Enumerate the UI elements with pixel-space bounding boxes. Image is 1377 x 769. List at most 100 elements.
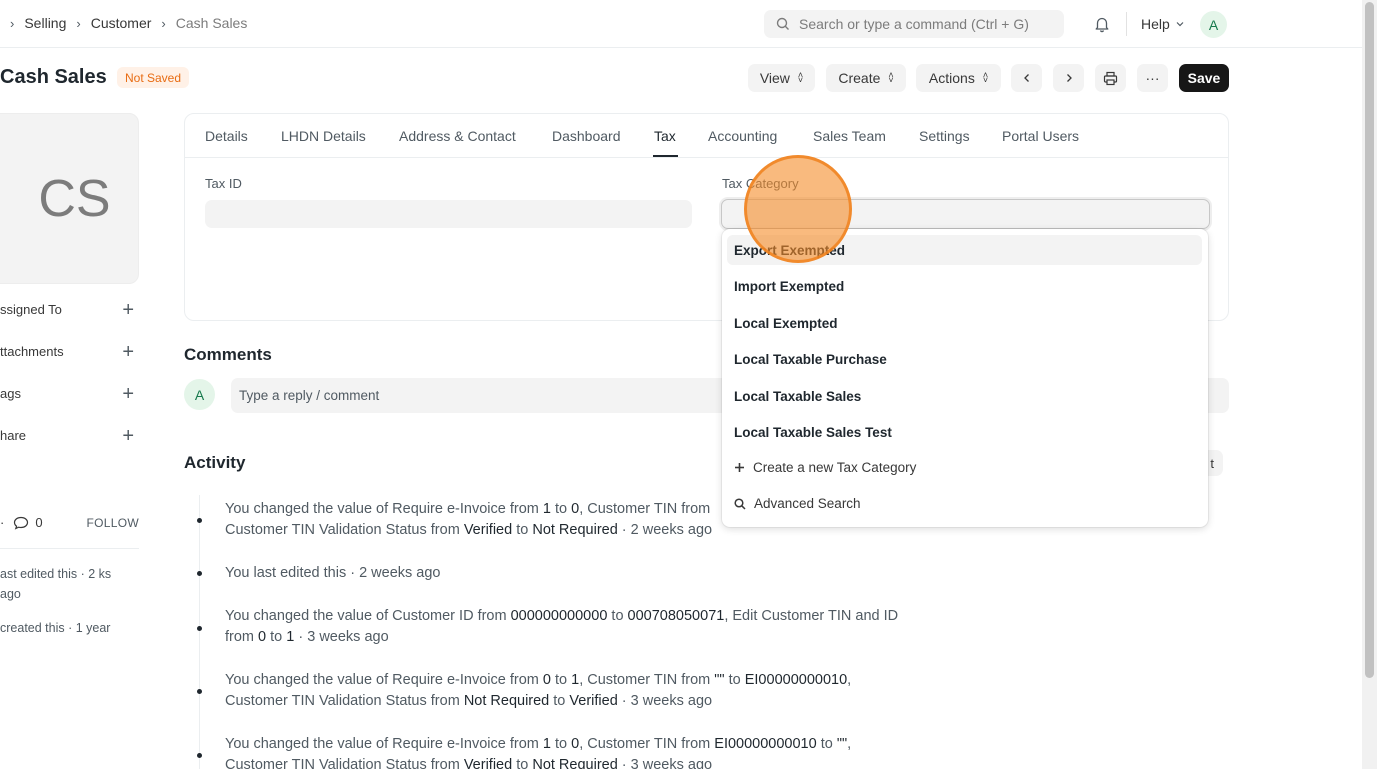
- tab-portal-users[interactable]: Portal Users: [1002, 128, 1079, 144]
- user-avatar[interactable]: A: [1200, 11, 1227, 38]
- sidebar-stats: · 0 FOLLOW: [0, 515, 139, 530]
- sidebar-last-edited: ast edited this · 2 ks ago: [0, 567, 112, 601]
- scrollbar-thumb[interactable]: [1365, 2, 1374, 678]
- navbar: › Selling › Customer › Cash Sales Search…: [0, 0, 1362, 48]
- navbar-divider: [1126, 12, 1127, 36]
- comment-count: 0: [35, 515, 43, 530]
- plus-icon[interactable]: +: [122, 300, 134, 320]
- activity-title: Activity: [184, 453, 246, 472]
- tab-lhdn-details[interactable]: LHDN Details: [281, 128, 366, 144]
- tab-accounting[interactable]: Accounting: [708, 128, 777, 144]
- notification-bell-icon[interactable]: [1093, 15, 1111, 33]
- updown-chevron-icon: ˄ ˅: [982, 70, 989, 85]
- chevron-left-icon: [1023, 74, 1029, 82]
- activity-entry: You changed the value of Require e-Invoi…: [225, 736, 852, 769]
- breadcrumb-chevron-icon: ›: [161, 15, 166, 31]
- printer-icon: [1103, 71, 1118, 85]
- chevron-down-icon: [1176, 22, 1184, 27]
- create-button[interactable]: Create ˄ ˅: [826, 64, 906, 92]
- sidebar-created: created this · 1 year: [0, 621, 111, 635]
- tab-details[interactable]: Details: [205, 128, 248, 144]
- help-dropdown[interactable]: Help: [1141, 16, 1185, 32]
- status-badge: Not Saved: [117, 67, 190, 88]
- timeline-dot: [197, 571, 202, 576]
- activity-timeline: [199, 495, 200, 769]
- actions-label: Actions: [928, 70, 975, 86]
- save-button[interactable]: Save: [1179, 64, 1229, 92]
- breadcrumb-chevron-icon: ›: [10, 15, 15, 31]
- dropdown-option-local-exempted[interactable]: Local Exempted: [727, 308, 1202, 338]
- updown-chevron-icon: ˄ ˅: [888, 70, 894, 85]
- timeline-dot: [197, 626, 202, 631]
- active-tab-indicator: [653, 155, 678, 157]
- timeline-dot: [197, 689, 202, 694]
- comment-icon[interactable]: [13, 516, 29, 530]
- tab-settings[interactable]: Settings: [919, 128, 970, 144]
- breadcrumb: › Selling › Customer › Cash Sales: [10, 15, 247, 31]
- dropdown-option-local-taxable-sales-test[interactable]: Local Taxable Sales Test: [727, 417, 1202, 447]
- comments-title: Comments: [184, 345, 272, 364]
- dropdown-option-import-exempted[interactable]: Import Exempted: [727, 271, 1202, 301]
- comment-placeholder: Type a reply / comment: [239, 388, 380, 403]
- chevron-right-icon: [1066, 74, 1072, 82]
- follow-button[interactable]: FOLLOW: [87, 516, 139, 530]
- activity-entry: You changed the value of Require e-Invoi…: [225, 672, 852, 709]
- timeline-dot: [197, 518, 202, 523]
- advanced-search-label: Advanced Search: [754, 496, 861, 511]
- print-button[interactable]: [1095, 64, 1126, 92]
- sidebar-divider: [0, 548, 139, 549]
- tab-tax[interactable]: Tax: [654, 128, 676, 144]
- updown-chevron-icon: ˄ ˅: [797, 70, 804, 85]
- dropdown-option-local-taxable-purchase[interactable]: Local Taxable Purchase: [727, 344, 1202, 374]
- more-icon: ···: [1145, 70, 1160, 86]
- page-scrollbar[interactable]: [1362, 0, 1377, 769]
- plus-icon: [735, 463, 744, 472]
- more-options-button[interactable]: ···: [1137, 64, 1168, 92]
- activity-entry: You last edited this · 2 weeks ago: [225, 565, 441, 581]
- search-icon: [776, 17, 789, 30]
- plus-icon[interactable]: +: [122, 342, 134, 362]
- click-indicator: [744, 155, 852, 263]
- page-title: Cash Sales: [0, 66, 107, 88]
- timeline-dot: [197, 753, 202, 758]
- sidebar-item-label: ags: [0, 386, 21, 401]
- sidebar-item-label: ssigned To: [0, 302, 62, 317]
- activity-entry: You changed the value of Customer ID fro…: [225, 608, 899, 645]
- sidebar-attachments[interactable]: ttachments +: [0, 342, 134, 362]
- sidebar-share[interactable]: hare +: [0, 426, 134, 446]
- tab-sales-team[interactable]: Sales Team: [813, 128, 886, 144]
- dropdown-option-local-taxable-sales[interactable]: Local Taxable Sales: [727, 381, 1202, 411]
- tax-id-label: Tax ID: [205, 176, 242, 191]
- help-label: Help: [1141, 16, 1170, 32]
- search-input[interactable]: Search or type a command (Ctrl + G): [764, 10, 1064, 38]
- create-new-tax-category[interactable]: Create a new Tax Category: [734, 460, 916, 475]
- breadcrumb-customer[interactable]: Customer: [91, 15, 152, 31]
- breadcrumb-selling[interactable]: Selling: [24, 15, 66, 31]
- customer-image-placeholder[interactable]: CS: [0, 113, 139, 284]
- plus-icon[interactable]: +: [122, 426, 134, 446]
- breadcrumb-current[interactable]: Cash Sales: [176, 15, 248, 31]
- previous-record-button[interactable]: [1011, 64, 1042, 92]
- comment-avatar: A: [184, 379, 215, 410]
- create-label: Create: [838, 70, 881, 86]
- advanced-search[interactable]: Advanced Search: [734, 496, 861, 511]
- tax-category-dropdown: Export Exempted Import Exempted Local Ex…: [722, 229, 1208, 527]
- tax-id-input[interactable]: [205, 200, 692, 228]
- sidebar-assigned-to[interactable]: ssigned To +: [0, 300, 134, 320]
- sidebar-item-label: ttachments: [0, 344, 64, 359]
- search-placeholder: Search or type a command (Ctrl + G): [799, 16, 1029, 32]
- view-label: View: [759, 70, 790, 86]
- sidebar-tags[interactable]: ags +: [0, 384, 134, 404]
- tab-dashboard[interactable]: Dashboard: [552, 128, 621, 144]
- next-record-button[interactable]: [1053, 64, 1084, 92]
- form-tabs: Details LHDN Details Address & Contact D…: [185, 114, 1228, 158]
- plus-icon[interactable]: +: [122, 384, 134, 404]
- create-new-label: Create a new Tax Category: [753, 460, 917, 475]
- search-icon: [734, 497, 746, 510]
- breadcrumb-chevron-icon: ›: [76, 15, 81, 31]
- likes-dot: ·: [0, 515, 5, 530]
- sidebar-item-label: hare: [0, 428, 27, 443]
- tab-address-contact[interactable]: Address & Contact: [399, 128, 516, 144]
- view-button[interactable]: View ˄ ˅: [748, 64, 815, 92]
- actions-button[interactable]: Actions ˄ ˅: [916, 64, 1001, 92]
